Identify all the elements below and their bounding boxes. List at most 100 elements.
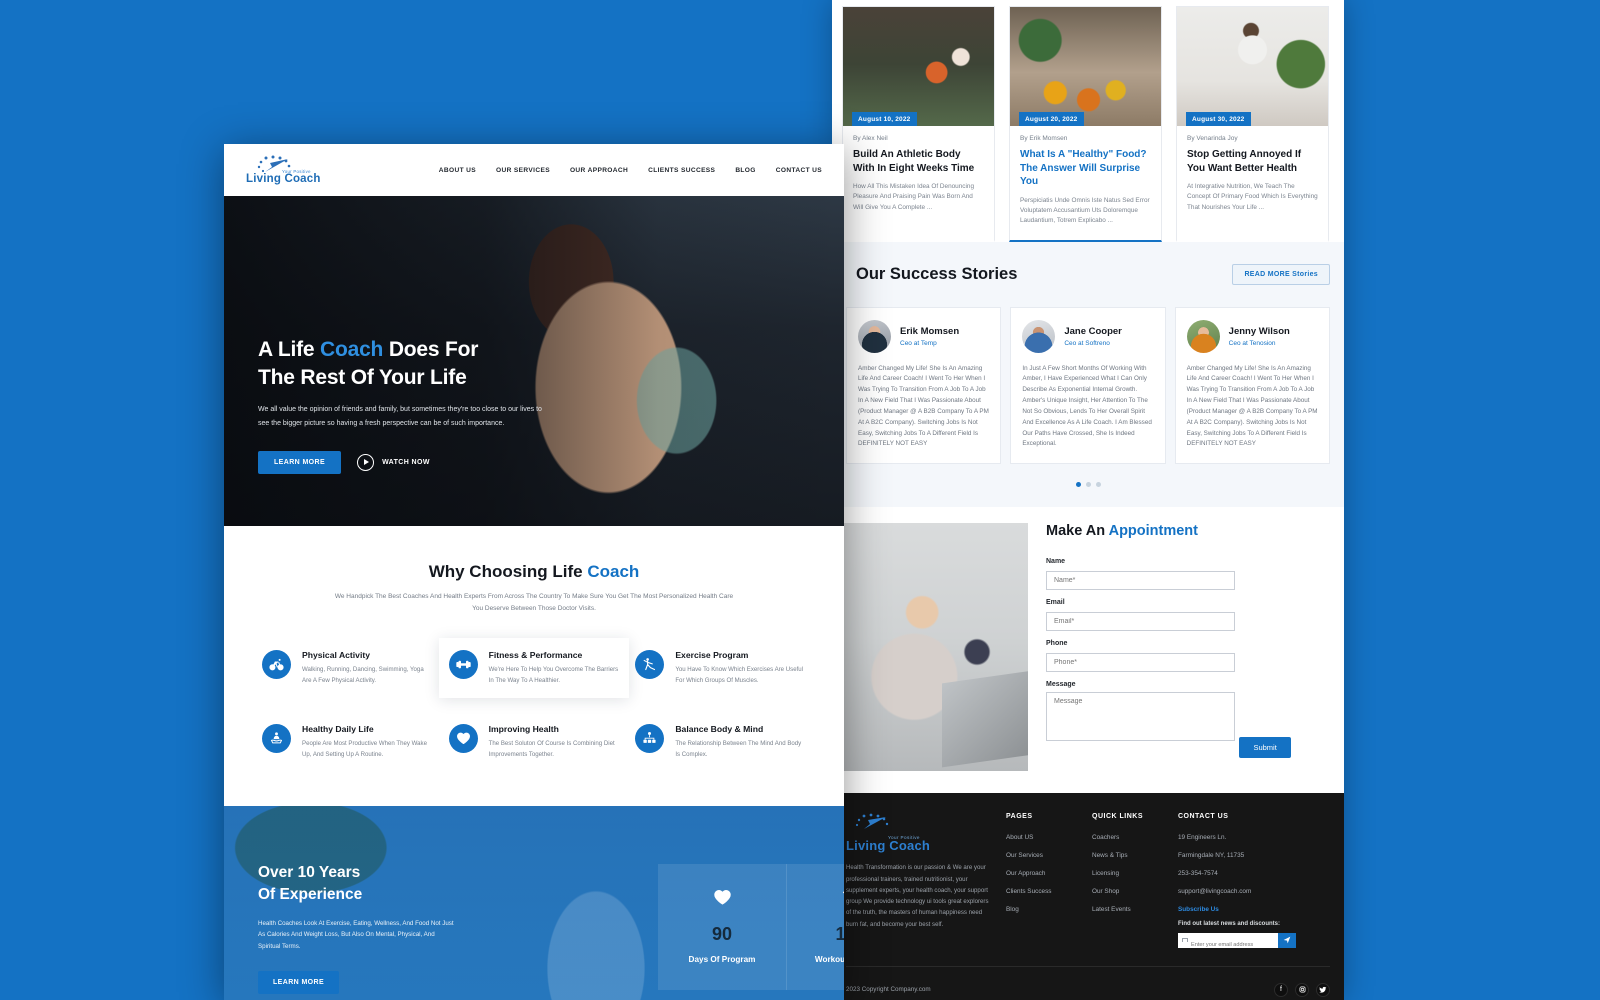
stats-paragraph: Health Coaches Look At Exercise, Eating,… [258,919,454,951]
read-more-stories-button[interactable]: READ MORE Stories [1232,263,1330,285]
instagram-icon[interactable] [1295,982,1309,997]
footer-link[interactable]: Coachers [1092,834,1178,841]
nav-link-clients-success[interactable]: CLIENTS SUCCESS [648,167,715,174]
feature-item[interactable]: Physical Activity Walking, Running, Danc… [254,644,441,692]
blog-title[interactable]: What Is A "Healthy" Food? The Answer Wil… [1020,148,1151,189]
footer-link[interactable]: Licensing [1092,870,1178,877]
blog-card[interactable]: August 20, 2022 By Erik Momsen What Is A… [1009,6,1162,242]
nav-link-contact-us[interactable]: CONTACT US [776,167,822,174]
footer-logo[interactable]: Your Positive Living Coach [846,813,992,853]
blog-title[interactable]: Build An Athletic Body With In Eight Wee… [853,148,984,175]
section-title: Our Success Stories [856,264,1018,283]
footer-phone[interactable]: 253-354-7574 [1178,870,1308,877]
appointment-form: Make An Appointment Name Email Phone Mes… [1028,523,1330,771]
footer-link[interactable]: Clients Success [1006,888,1092,895]
feature-title: Improving Health [488,724,559,735]
footer-column-heading: PAGES [1006,813,1033,821]
main-nav: ABOUT US OUR SERVICES OUR APPROACH CLIEN… [439,167,822,174]
subscribe-link[interactable]: Subscribe Us [1178,906,1308,913]
why-subtitle: We Handpick The Best Coaches And Health … [334,593,734,612]
site-logo[interactable]: Your Positive Living Coach [246,155,321,185]
feature-item[interactable]: Improving Health The Best Soluton Of Cou… [441,718,628,766]
email-input[interactable] [1046,612,1235,632]
blog-author: By Venarinda Joy [1187,135,1238,142]
blog-card-row: August 10, 2022 By Alex Neil Build An At… [832,0,1344,242]
feature-title: Balance Body & Mind [675,724,764,735]
site-header: Your Positive Living Coach ABOUT US OUR … [224,144,844,196]
carousel-dot[interactable] [1085,482,1091,488]
feature-item[interactable]: Balance Body & Mind The Relationship Bet… [627,718,814,766]
feature-text: People Are Most Productive When They Wak… [302,740,427,758]
hero-learn-more-button[interactable]: LEARN MORE [258,450,342,474]
name-input[interactable] [1046,571,1235,591]
bicycle-icon [262,650,291,680]
name-label: Name [1046,558,1066,566]
stat-card: 90 Days Of Program [658,864,786,991]
footer-link[interactable]: Our Services [1006,852,1092,859]
appointment-title-highlight: Appointment [1108,523,1198,540]
testimonial-role: Ceo at Temp [900,339,937,347]
feature-item[interactable]: Exercise Program You Have To Know Which … [627,644,814,692]
watch-now-button[interactable]: WATCH NOW [357,453,430,471]
message-textarea[interactable] [1046,692,1235,742]
feature-item[interactable]: Healthy Daily Life People Are Most Produ… [254,718,441,766]
hero-paragraph: We all value the opinion of friends and … [258,406,542,428]
stat-label: Days Of Program [688,955,756,965]
why-title-part: Why Choosing Life [428,562,588,581]
avatar [858,319,891,353]
footer-link[interactable]: Latest Events [1092,906,1178,913]
testimonial-role: Ceo at Softreno [1064,339,1110,347]
testimonial-name: Jenny Wilson [1228,325,1290,337]
footer-email[interactable]: support@livingcoach.com [1178,888,1308,895]
feature-text: Walking, Running, Dancing, Swimming, Yog… [302,666,424,684]
footer-link[interactable]: Our Shop [1092,888,1178,895]
facebook-icon[interactable]: f [1274,982,1288,997]
footer-link[interactable]: News & Tips [1092,852,1178,859]
stats-learn-more-button[interactable]: LEARN MORE [258,970,340,994]
appointment-image [832,523,1028,772]
stretch-icon [787,886,844,908]
footer-link[interactable]: About US [1006,834,1092,841]
subscribe-email-input[interactable] [1178,942,1268,949]
email-label: Email [1046,599,1065,607]
nav-link-about-us[interactable]: ABOUT US [439,167,476,174]
feature-item[interactable]: Fitness & Performance We're Here To Help… [438,638,630,699]
blog-title[interactable]: Stop Getting Annoyed If You Want Better … [1187,148,1318,175]
hero-heading-part: Does For [383,338,479,361]
blog-excerpt: At Integrative Nutrition, We Teach The C… [1187,183,1318,211]
nav-link-blog[interactable]: BLOG [735,167,755,174]
appointment-title: Make An Appointment [1046,523,1330,539]
copyright-text: 2023 Copyright Company.com [846,986,931,994]
stretch-icon [635,650,665,680]
footer-link[interactable]: Blog [1006,906,1092,913]
feature-text: You Have To Know Which Exercises Are Use… [675,666,804,684]
carousel-dot[interactable] [1095,482,1101,488]
footer-brand: Your Positive Living Coach Health Transf… [846,813,1006,948]
phone-input[interactable] [1046,653,1235,673]
blog-card[interactable]: August 30, 2022 By Venarinda Joy Stop Ge… [1176,6,1329,242]
send-icon [1283,936,1291,944]
heartbeat-icon [658,886,786,908]
blog-card[interactable]: August 10, 2022 By Alex Neil Build An At… [842,6,995,242]
blog-author: By Erik Momsen [1020,135,1068,142]
meditation-icon [262,724,291,754]
twitter-icon[interactable] [1316,982,1330,997]
carousel-dot[interactable] [1075,482,1081,488]
nav-link-our-approach[interactable]: OUR APPROACH [570,167,628,174]
testimonial-text: Amber Changed My Life! She Is An Amazing… [1186,364,1318,448]
blog-date-badge: August 30, 2022 [1186,112,1251,126]
footer-address-line-2: Farmingdale NY, 11735 [1178,852,1245,860]
feature-title: Physical Activity [302,650,370,661]
feature-text: The Relationship Between The Mind And Bo… [675,740,802,758]
submit-button[interactable]: Submit [1239,737,1291,759]
footer-column-heading: CONTACT US [1178,813,1229,821]
footer-link[interactable]: Our Approach [1006,870,1092,877]
nav-link-our-services[interactable]: OUR SERVICES [496,167,550,174]
avatar [1186,319,1220,353]
hero-section: A Life Coach Does For The Rest Of Your L… [224,196,844,526]
stat-value: 122 [835,924,844,945]
subscribe-send-button[interactable] [1278,933,1296,949]
blog-excerpt: Perspiciatis Unde Omnis Iste Natus Sed E… [1020,196,1150,225]
testimonial-role: Ceo at Tenosion [1228,339,1276,347]
why-choosing-section: Why Choosing Life Coach We Handpick The … [224,526,844,807]
